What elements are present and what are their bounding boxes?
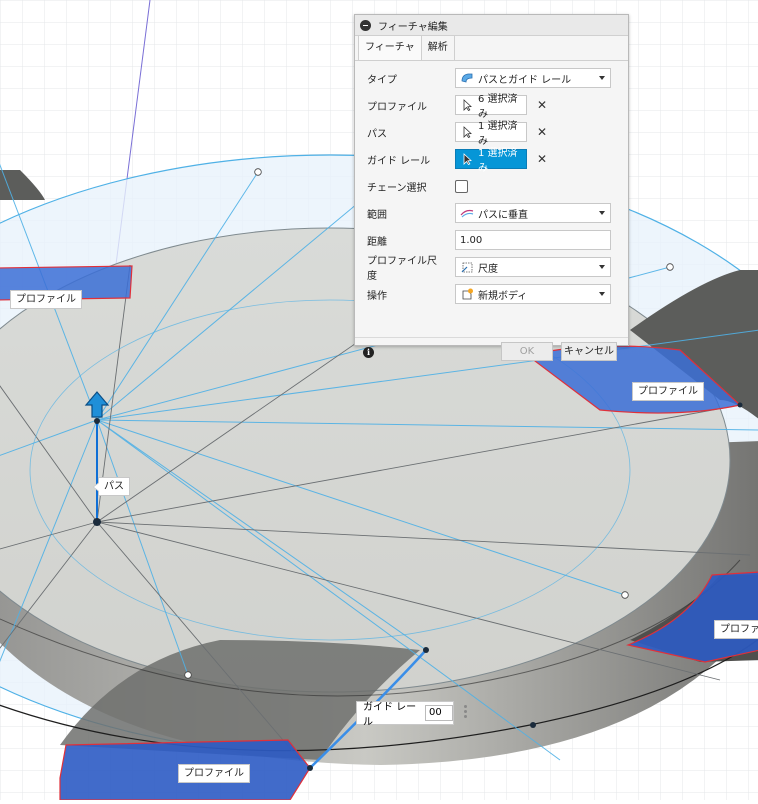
dialog-titlebar[interactable]: フィーチャ編集 — [355, 15, 628, 36]
operation-value: 新規ボディ — [478, 290, 528, 302]
collapse-icon[interactable] — [360, 19, 371, 31]
path-field-label: パス — [367, 128, 387, 140]
extent-value: パスに垂直 — [478, 209, 528, 221]
tab-feature[interactable]: フィーチャ — [358, 35, 422, 60]
cursor-arrow-icon — [463, 126, 472, 138]
profile-scaling-value: 尺度 — [478, 263, 498, 275]
cursor-arrow-icon — [463, 99, 472, 111]
clear-guide-rail-icon[interactable]: ✕ — [537, 152, 547, 166]
extent-label: 範囲 — [367, 209, 387, 221]
clear-profile-icon[interactable]: ✕ — [537, 98, 547, 112]
profile-select-button[interactable]: 6 選択済み — [455, 94, 527, 120]
type-dropdown[interactable]: パスとガイド レール — [455, 68, 611, 88]
sweep-type-icon — [461, 73, 473, 83]
guide-rail-selection-count: 1 選択済み — [478, 148, 518, 174]
profile-label: プロファイル — [714, 620, 758, 639]
operation-dropdown[interactable]: 新規ボディ — [455, 284, 611, 304]
info-icon[interactable]: i — [363, 347, 374, 358]
guide-rail-input[interactable]: ガイド レール 00 — [356, 701, 454, 728]
dialog-footer: i OK キャンセル — [355, 337, 628, 368]
profile-label: プロファイル — [10, 290, 82, 309]
profile-selection-count: 6 選択済み — [478, 94, 518, 120]
ok-button[interactable]: OK — [501, 342, 553, 361]
perpendicular-path-icon — [460, 209, 474, 218]
path-select-button[interactable]: 1 選択済み — [455, 121, 527, 147]
guide-rail-input-label: ガイド レール — [363, 702, 417, 728]
path-label: パス — [93, 477, 130, 496]
guide-rail-field-label: ガイド レール — [367, 155, 431, 167]
cursor-arrow-icon — [463, 153, 472, 165]
chevron-down-icon — [599, 265, 605, 269]
profile-scaling-label: プロファイル尺度 — [367, 256, 437, 282]
type-value: パスとガイド レール — [478, 74, 572, 86]
distance-label: 距離 — [367, 236, 387, 248]
dialog-tabs: フィーチャ 解析 — [355, 35, 628, 61]
extent-dropdown[interactable]: パスに垂直 — [455, 203, 611, 223]
chevron-down-icon — [599, 211, 605, 215]
clear-path-icon[interactable]: ✕ — [537, 125, 547, 139]
feature-edit-dialog: フィーチャ編集 フィーチャ 解析 タイプ パスとガイド レール プロファイル 6… — [354, 14, 629, 361]
profile-label: プロファイル — [178, 764, 250, 783]
scale-icon — [461, 262, 473, 273]
tab-analysis[interactable]: 解析 — [422, 36, 455, 60]
chain-select-checkbox[interactable] — [455, 179, 468, 193]
profile-field-label: プロファイル — [367, 101, 427, 113]
chevron-down-icon — [599, 292, 605, 296]
guide-rail-select-button[interactable]: 1 選択済み — [455, 148, 527, 174]
chevron-down-icon — [599, 76, 605, 80]
dialog-title: フィーチャ編集 — [378, 21, 448, 33]
cancel-button[interactable]: キャンセル — [561, 342, 617, 361]
operation-label: 操作 — [367, 290, 387, 302]
profile-label: プロファイル — [632, 382, 704, 401]
guide-rail-input-value[interactable]: 00 — [425, 705, 453, 721]
path-selection-count: 1 選択済み — [478, 121, 518, 147]
more-options-icon[interactable] — [461, 703, 469, 721]
profile-scaling-dropdown[interactable]: 尺度 — [455, 257, 611, 277]
distance-input[interactable]: 1.00 — [455, 230, 611, 250]
chain-select-label: チェーン選択 — [367, 182, 427, 194]
type-label: タイプ — [367, 74, 397, 86]
new-body-icon — [462, 288, 473, 300]
